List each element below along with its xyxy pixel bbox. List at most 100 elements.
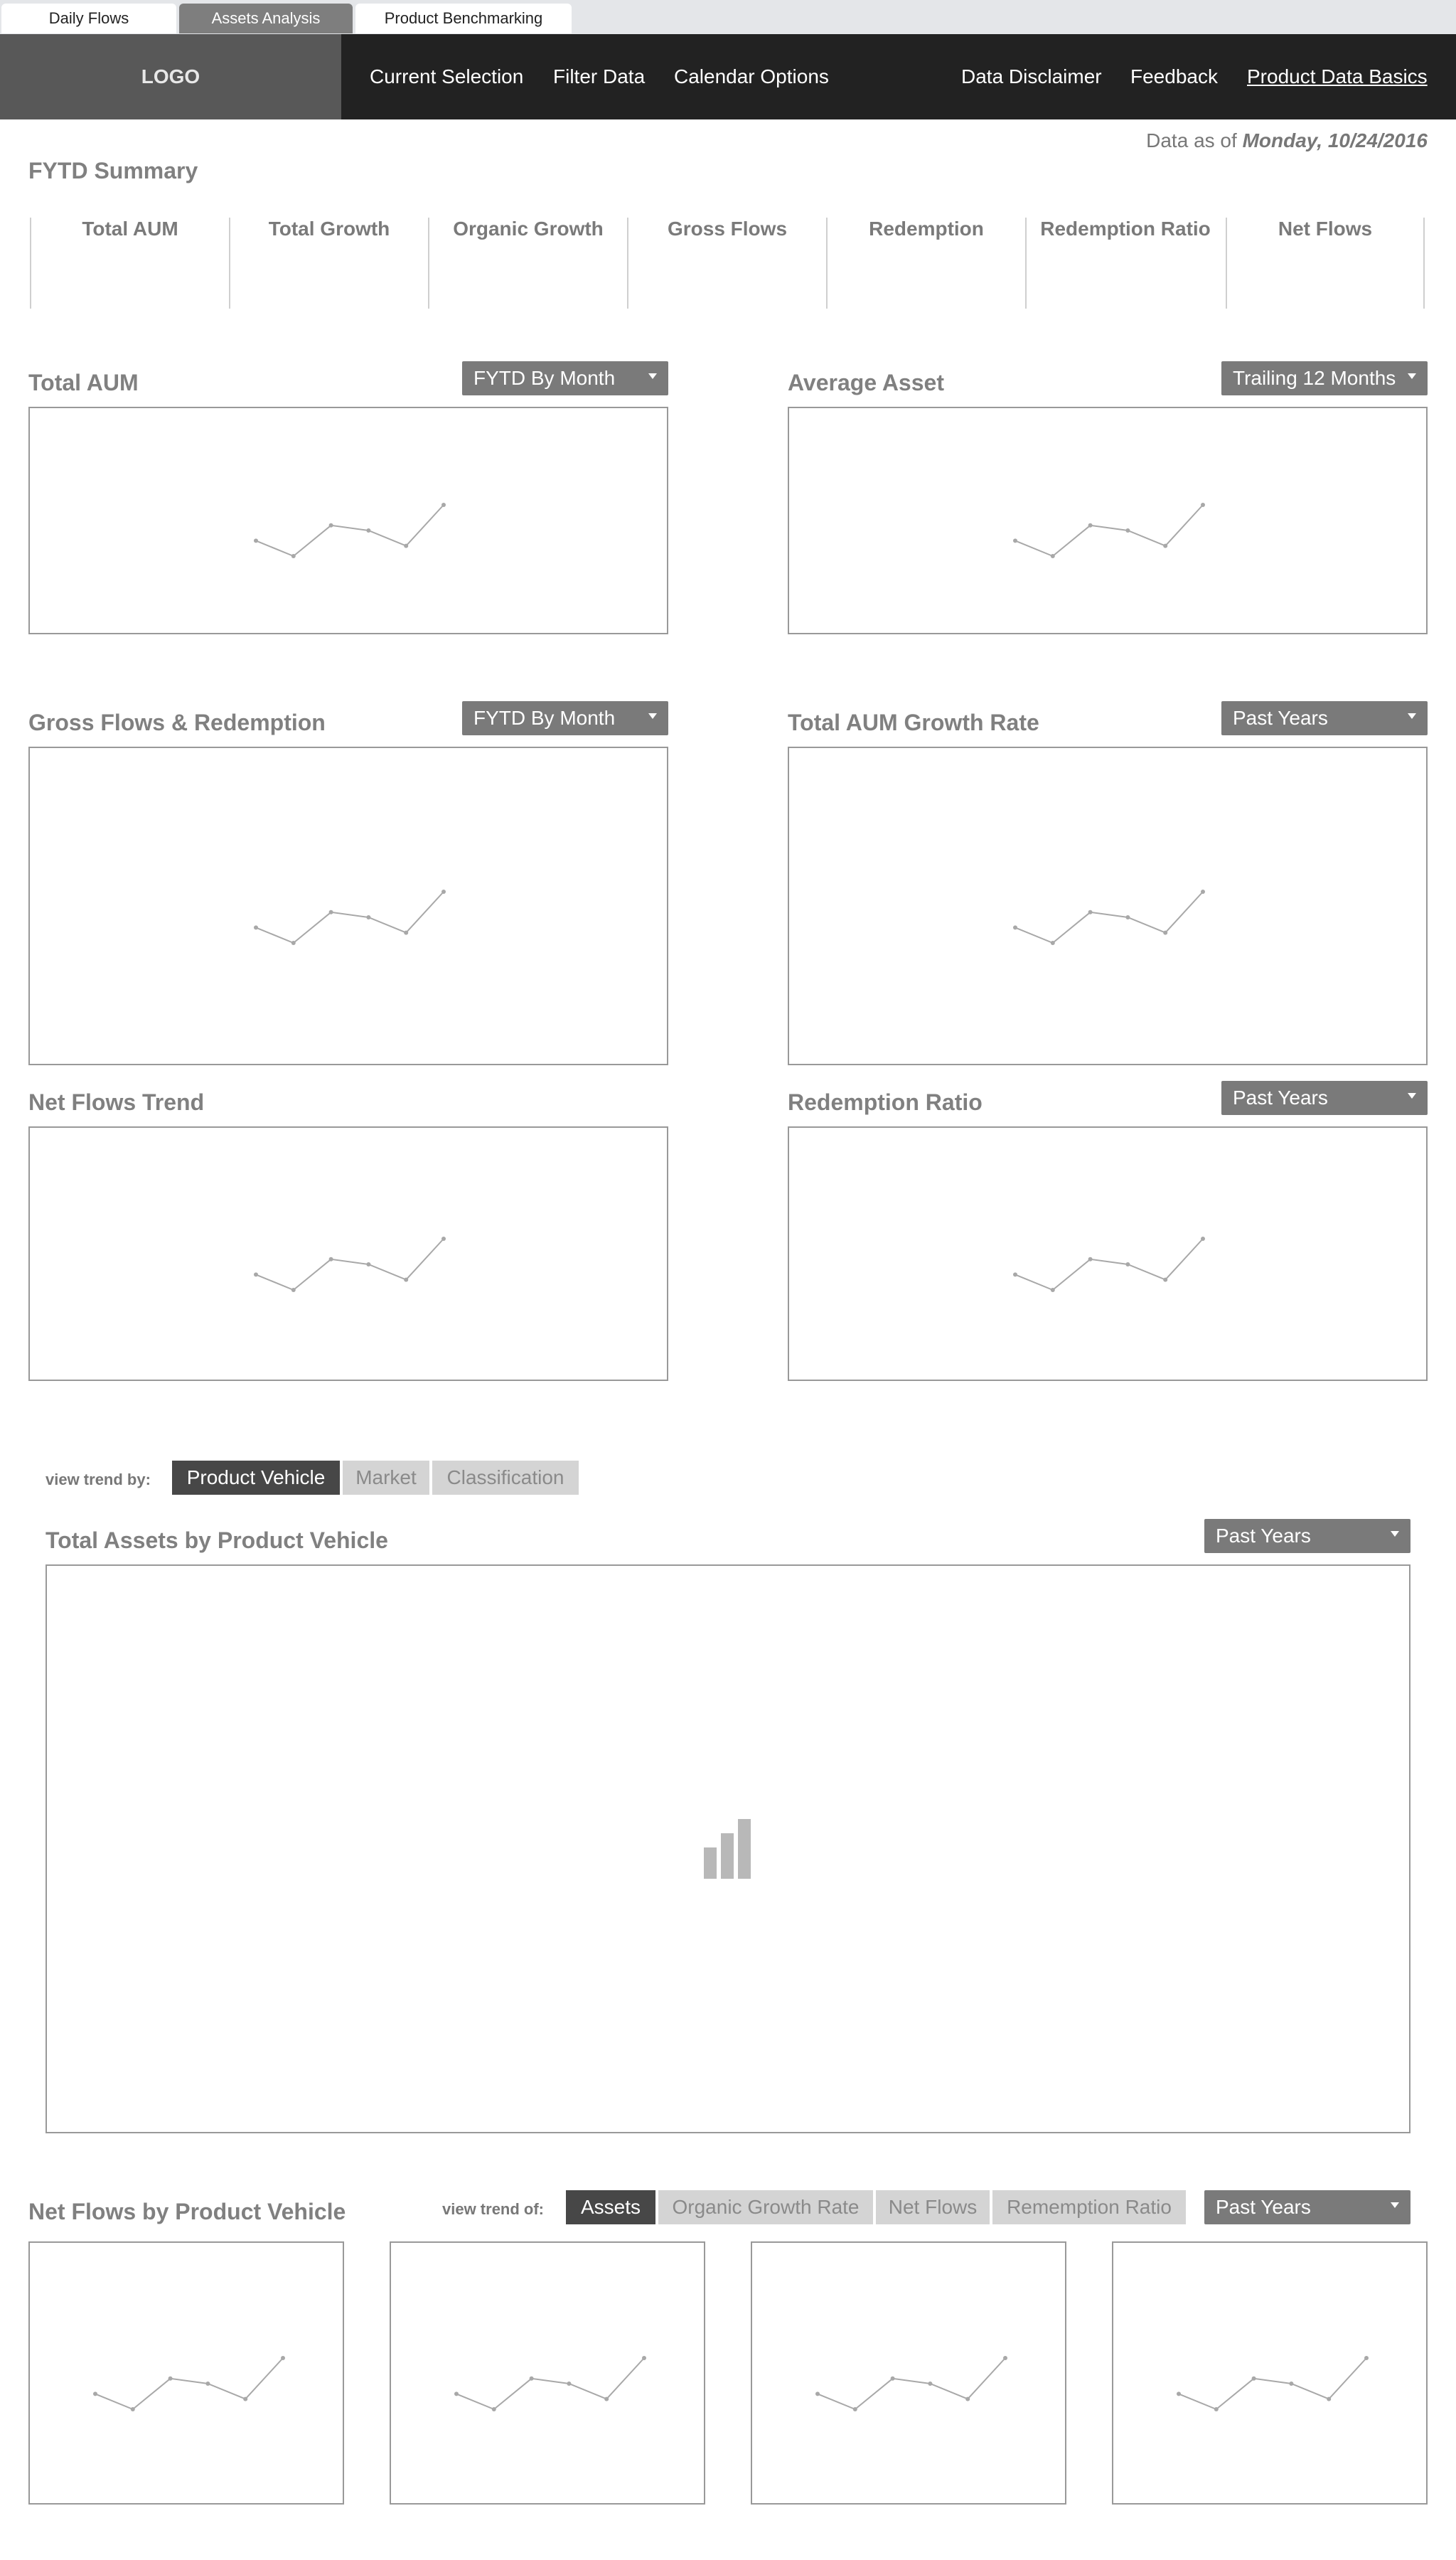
kpi-label: Organic Growth xyxy=(453,218,604,240)
total-aum-chart xyxy=(28,407,668,634)
sparkline-point xyxy=(454,2391,459,2396)
caret-down-icon xyxy=(1408,713,1416,719)
sparkline-point xyxy=(604,2396,609,2401)
aum-growth-rate-chart xyxy=(788,747,1428,1065)
kpi-label: Net Flows xyxy=(1278,218,1373,240)
sparkline-point xyxy=(815,2391,820,2396)
nav-calendar-options[interactable]: Calendar Options xyxy=(674,34,829,119)
tab-product-benchmarking[interactable]: Product Benchmarking xyxy=(355,4,572,33)
redemption-ratio-title: Redemption Ratio xyxy=(788,1089,983,1115)
sparkline-point xyxy=(1163,1277,1168,1282)
net-flows-vehicle-period-dropdown[interactable]: Past Years xyxy=(1204,2190,1410,2224)
sparkline-point xyxy=(1013,538,1017,543)
caret-down-icon xyxy=(648,373,657,379)
aum-growth-period-dropdown[interactable]: Past Years xyxy=(1221,701,1428,735)
view-trend-by-label: view trend by: xyxy=(46,1471,151,1488)
sparkline-placeholder xyxy=(1177,2356,1369,2411)
sparkline-point xyxy=(1125,1262,1130,1266)
top-tab-bar: Daily Flows Assets Analysis Product Benc… xyxy=(0,0,1456,34)
toggle-net-flows[interactable]: Net Flows xyxy=(876,2190,990,2224)
sparkline-point xyxy=(1088,910,1093,914)
sparkline-point xyxy=(441,1237,446,1241)
sparkline-point xyxy=(1125,528,1130,533)
toggle-redemption-ratio[interactable]: Rememption Ratio xyxy=(992,2190,1186,2224)
sparkline-point xyxy=(529,2376,534,2381)
sparkline-point xyxy=(168,2376,173,2381)
total-aum-title: Total AUM xyxy=(28,370,139,395)
redemption-ratio-chart xyxy=(788,1126,1428,1381)
toggle-market[interactable]: Market xyxy=(343,1461,429,1495)
sparkline-point xyxy=(1088,523,1093,528)
kpi-label: Redemption xyxy=(869,218,984,240)
sparkline-point xyxy=(366,915,371,919)
sparkline-point xyxy=(1013,1272,1017,1277)
toggle-assets[interactable]: Assets xyxy=(566,2190,655,2224)
average-asset-period-dropdown[interactable]: Trailing 12 Months xyxy=(1221,361,1428,395)
kpi-gross-flows: Gross Flows xyxy=(627,218,826,309)
toggle-classification[interactable]: Classification xyxy=(432,1461,579,1495)
gross-flows-period-dropdown[interactable]: FYTD By Month xyxy=(462,701,668,735)
sparkline-point xyxy=(404,543,409,548)
aum-growth-rate-title: Total AUM Growth Rate xyxy=(788,710,1039,735)
kpi-label: Total Growth xyxy=(268,218,390,240)
kpi-redemption-ratio: Redemption Ratio xyxy=(1025,218,1224,309)
data-as-of-label: Data as of xyxy=(1146,129,1237,151)
sparkline-point xyxy=(328,1257,333,1262)
sparkline-point xyxy=(1364,2356,1369,2360)
caret-down-icon xyxy=(648,713,657,719)
sparkline-point xyxy=(291,941,296,945)
net-flows-vehicle-chart-2 xyxy=(390,2241,705,2505)
sparkline-placeholder xyxy=(454,2356,646,2411)
sparkline-point xyxy=(642,2356,646,2360)
sparkline-point xyxy=(404,930,409,935)
logo[interactable]: LOGO xyxy=(0,34,341,119)
sparkline-point xyxy=(1201,890,1205,894)
sparkline-point xyxy=(1088,1257,1093,1262)
sparkline-point xyxy=(1050,1288,1055,1292)
sparkline-placeholder xyxy=(254,503,446,558)
sparkline-point xyxy=(1050,941,1055,945)
net-flows-trend-chart xyxy=(28,1126,668,1381)
gross-flows-chart xyxy=(28,747,668,1065)
nav-product-data-basics[interactable]: Product Data Basics xyxy=(1247,34,1428,119)
bar-chart-icon xyxy=(704,1819,752,1879)
nav-current-selection[interactable]: Current Selection xyxy=(370,34,523,119)
nav-data-disclaimer[interactable]: Data Disclaimer xyxy=(961,34,1102,119)
dropdown-value: Past Years xyxy=(1216,1525,1311,1547)
net-flows-vehicle-chart-3 xyxy=(751,2241,1066,2505)
toggle-organic-growth-rate[interactable]: Organic Growth Rate xyxy=(658,2190,873,2224)
redemption-ratio-period-dropdown[interactable]: Past Years xyxy=(1221,1081,1428,1115)
sparkline-line xyxy=(1015,891,1204,944)
sparkline-point xyxy=(404,1277,409,1282)
sparkline-line xyxy=(255,1238,444,1291)
total-aum-period-dropdown[interactable]: FYTD By Month xyxy=(462,361,668,395)
sparkline-placeholder xyxy=(93,2356,285,2411)
sparkline-point xyxy=(328,910,333,914)
sparkline-point xyxy=(93,2391,97,2396)
sparkline-point xyxy=(567,2382,572,2386)
sparkline-placeholder xyxy=(1013,1237,1205,1292)
tab-daily-flows[interactable]: Daily Flows xyxy=(1,4,176,33)
sparkline-point xyxy=(1163,543,1168,548)
sparkline-point xyxy=(254,1272,258,1277)
total-assets-title: Total Assets by Product Vehicle xyxy=(46,1527,388,1553)
dropdown-value: Trailing 12 Months xyxy=(1233,367,1396,389)
sparkline-line xyxy=(1178,2357,1367,2411)
view-trend-of-label: view trend of: xyxy=(442,2200,545,2218)
sparkline-point xyxy=(1214,2407,1219,2411)
toggle-product-vehicle[interactable]: Product Vehicle xyxy=(172,1461,340,1495)
sparkline-line xyxy=(817,2357,1006,2411)
tab-assets-analysis[interactable]: Assets Analysis xyxy=(179,4,353,33)
sparkline-point xyxy=(130,2407,135,2411)
kpi-organic-growth: Organic Growth xyxy=(428,218,627,309)
sparkline-point xyxy=(328,523,333,528)
sparkline-placeholder xyxy=(1013,890,1205,945)
net-flows-vehicle-chart-1 xyxy=(28,2241,344,2505)
sparkline-point xyxy=(281,2356,285,2360)
total-assets-period-dropdown[interactable]: Past Years xyxy=(1204,1519,1410,1553)
dropdown-value: FYTD By Month xyxy=(473,367,616,389)
nav-feedback[interactable]: Feedback xyxy=(1130,34,1218,119)
sparkline-line xyxy=(255,891,444,944)
nav-filter-data[interactable]: Filter Data xyxy=(553,34,645,119)
sparkline-placeholder xyxy=(1013,503,1205,558)
